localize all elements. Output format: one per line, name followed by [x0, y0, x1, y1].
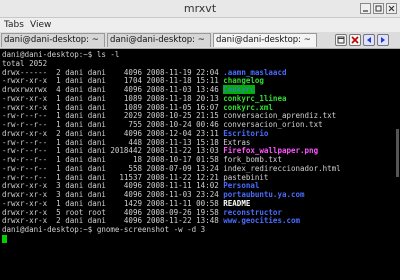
file-name: fork_bomb.txt — [223, 155, 282, 164]
file-meta: -rw-r--r-- 1 dani dani 558 2008-07-09 13… — [2, 163, 224, 173]
file-meta: -rw-r--r-- 1 dani dani 18 2008-10-17 01:… — [2, 155, 224, 164]
window-controls — [360, 3, 397, 14]
new-tab-icon[interactable] — [335, 34, 347, 46]
file-name: README — [223, 198, 251, 208]
terminal-output: dani@dani-desktop:~$ ls -l total 2052 dr… — [2, 50, 398, 244]
file-meta: drwxr-xr-x 2 dani dani 4096 2008-11-22 1… — [2, 216, 224, 226]
file-name: conversacion_aprendiz.txt — [223, 111, 337, 121]
file-name: conkyrc.xml — [223, 102, 273, 112]
file-meta: -rwxr-xr-x 1 dani dani 1089 2008-11-18 2… — [2, 93, 224, 103]
prompt-line: dani@dani-desktop:~$ gnome-screenshot -w… — [2, 225, 398, 235]
tab-bar: dani@dani-desktop: ~ dani@dani-desktop: … — [0, 32, 400, 49]
file-meta: -rw-r--r-- 1 dani dani 448 2008-11-13 15… — [2, 137, 224, 147]
prompt: dani@dani-desktop:~$ — [2, 225, 93, 234]
terminal-area[interactable]: dani@dani-desktop:~$ ls -l total 2052 dr… — [0, 49, 400, 280]
file-meta: drwx------ 2 dani dani 4096 2008-11-19 2… — [2, 67, 224, 77]
scrollbar-thumb[interactable] — [396, 129, 399, 177]
file-name: index_redireccionador.html — [223, 163, 341, 173]
close-icon[interactable] — [386, 3, 397, 14]
file-name: www.geocities.com — [223, 216, 301, 226]
file-name: conkyrc_1linea — [223, 93, 287, 103]
file-meta: -rw-r--r-- 1 dani dani 11537 2008-11-22 … — [2, 172, 224, 182]
tab-1[interactable]: dani@dani-desktop: ~ — [1, 33, 105, 47]
chevron-right-icon[interactable] — [377, 34, 389, 46]
command: ls -l — [96, 50, 120, 59]
file-listing: drwx------ 2 dani dani 4096 2008-11-19 2… — [2, 67, 398, 227]
maximize-icon[interactable] — [373, 3, 384, 14]
file-meta: -rw-r--r-- 1 dani dani 755 2008-10-24 00… — [2, 120, 224, 129]
close-tab-icon[interactable] — [349, 34, 361, 46]
file-name: reconstructor — [223, 207, 282, 217]
file-name: Conkyrc — [223, 85, 255, 94]
chevron-left-icon[interactable] — [363, 34, 375, 46]
file-meta: drwxr-xr-x 3 dani dani 4096 2008-11-11 1… — [2, 181, 224, 191]
file-name: Escritorio — [223, 128, 269, 138]
menubar: Tabs View — [0, 18, 400, 32]
cursor-line — [2, 234, 398, 244]
file-meta: drwxr-xr-x 5 root root 4096 2008-09-26 1… — [2, 207, 224, 217]
prompt-line: dani@dani-desktop:~$ ls -l — [2, 50, 398, 60]
file-meta: -rwxr-xr-x 1 dani dani 1089 2008-11-05 1… — [2, 102, 224, 112]
tab-3[interactable]: dani@dani-desktop: ~ — [213, 33, 317, 47]
file-meta: drwxrwxrwx 4 dani dani 4096 2008-11-03 1… — [2, 85, 224, 94]
file-name: conversacion_orion.txt — [223, 120, 323, 129]
file-meta: -rw-r--r-- 1 dani dani 2018442 2008-11-2… — [2, 146, 224, 156]
command: gnome-screenshot -w -d 3 — [96, 225, 206, 234]
menu-view[interactable]: View — [30, 20, 51, 30]
file-meta: -rwxr-xr-x 1 dani dani 1429 2008-11-11 0… — [2, 198, 224, 208]
file-meta: drwxr-xr-x 3 dani dani 4096 2008-11-03 2… — [2, 190, 224, 199]
file-name: changelog — [223, 76, 264, 86]
tab-2[interactable]: dani@dani-desktop: ~ — [107, 33, 211, 47]
menu-tabs[interactable]: Tabs — [4, 20, 24, 30]
file-name: Personal — [223, 181, 260, 191]
file-meta: -rw-r--r-- 1 dani dani 2029 2008-10-25 2… — [2, 111, 224, 121]
window-title: mrxvt — [183, 2, 217, 15]
cursor — [2, 234, 7, 243]
minimize-icon[interactable] — [360, 3, 371, 14]
file-meta: -rwxr-xr-x 1 dani dani 1704 2008-11-18 1… — [2, 76, 224, 86]
file-meta: drwxr-xr-x 2 dani dani 4096 2008-12-04 2… — [2, 128, 224, 138]
prompt: dani@dani-desktop:~$ — [2, 50, 93, 59]
file-name: .aamn_maslaacd — [223, 67, 287, 77]
file-name: Firefox_wallpaper.png — [223, 146, 319, 156]
file-name: portaubuntu.ya.com — [223, 190, 305, 199]
file-name: Extras — [223, 137, 251, 147]
file-name: pastebinit — [223, 172, 269, 182]
window-titlebar[interactable]: mrxvt — [0, 0, 400, 18]
